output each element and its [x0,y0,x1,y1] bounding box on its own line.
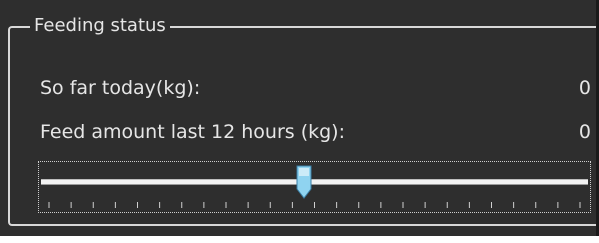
group-box-title: Feeding status [30,14,170,38]
slider-track[interactable] [41,179,588,185]
feeding-status-panel: Feeding status So far today(kg): 0 Feed … [0,0,599,236]
feed-last-12-hours-value: 0 [578,121,591,143]
feed-amount-slider[interactable] [38,161,591,213]
feed-last-12-hours-label: Feed amount last 12 hours (kg): [40,121,345,143]
slider-ticks [48,202,581,208]
so-far-today-value: 0 [578,77,591,99]
so-far-today-label: So far today(kg): [40,77,201,99]
slider-thumb[interactable] [296,165,312,199]
